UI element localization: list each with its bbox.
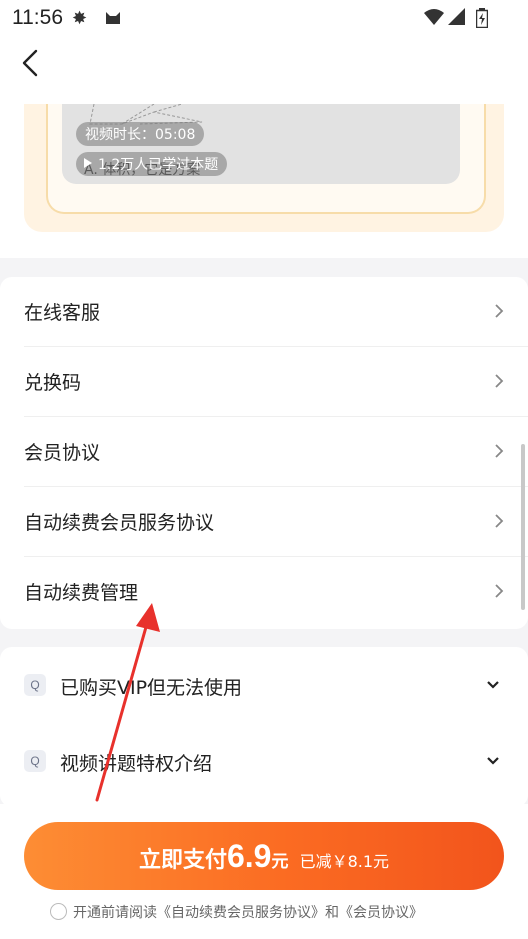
pay-unit: 元 (271, 852, 289, 872)
menu-item-label: 自动续费管理 (24, 582, 139, 604)
signal-icon (448, 8, 466, 31)
agreement-checkbox[interactable] (50, 903, 67, 920)
chevron-right-icon (495, 374, 504, 388)
video-duration-badge: 视频时长：05:08 (76, 122, 205, 146)
menu-item-label: 自动续费会员服务协议 (24, 512, 215, 534)
q-badge-icon: Q (24, 750, 46, 772)
menu-item-label: 在线客服 (24, 302, 101, 324)
menu-item-auto-renew-manage[interactable]: 自动续费管理 (0, 557, 528, 627)
agreement-text[interactable]: 开通前请阅读《自动续费会员服务协议》和《会员协议》 (73, 905, 423, 921)
pay-price: 6.9 (226, 838, 272, 874)
faq-item-video-privilege[interactable]: Q 视频讲题特权介绍 (0, 725, 528, 795)
status-time: 11:56 (12, 6, 63, 29)
settings-menu: 在线客服 兑换码 会员协议 自动续费会员服务协议 自动续费管理 (0, 277, 528, 629)
pay-button[interactable]: 立即支付6.9元 已减￥8.1元 (24, 822, 504, 890)
video-card-section: A. 体积，它是方案 视频时长：05:08 1.2万人已学过本题 (0, 104, 528, 258)
faq-section: Q 已购买VIP但无法使用 Q 视频讲题特权介绍 (0, 647, 528, 807)
nav-bar (0, 36, 528, 104)
chevron-right-icon (495, 514, 504, 528)
agreement-row: 开通前请阅读《自动续费会员服务协议》和《会员协议》 (50, 902, 423, 922)
menu-item-redeem-code[interactable]: 兑换码 (0, 347, 528, 417)
q-badge-icon: Q (24, 674, 46, 696)
chevron-down-icon (487, 681, 499, 689)
battery-icon (475, 8, 489, 33)
menu-item-auto-renew-agreement[interactable]: 自动续费会员服务协议 (0, 487, 528, 557)
faq-label: 视频讲题特权介绍 (60, 753, 213, 775)
chevron-down-icon (487, 757, 499, 765)
menu-item-online-service[interactable]: 在线客服 (0, 277, 528, 347)
status-bar: 11:56 ✸ (0, 0, 528, 36)
burst-icon: ✸ (72, 8, 88, 29)
faq-label: 已购买VIP但无法使用 (60, 677, 243, 699)
faq-item-vip-unusable[interactable]: Q 已购买VIP但无法使用 (0, 649, 528, 719)
pay-label: 立即支付 (138, 848, 227, 873)
play-icon (84, 158, 92, 168)
back-chevron-icon[interactable] (20, 46, 50, 86)
chevron-right-icon (495, 584, 504, 598)
chevron-right-icon (495, 304, 504, 318)
wifi-icon (424, 8, 444, 31)
scrollbar[interactable] (521, 444, 525, 610)
menu-item-label: 兑换码 (24, 372, 82, 394)
menu-item-member-agreement[interactable]: 会员协议 (0, 417, 528, 487)
cat-icon (104, 8, 122, 31)
learners-text: 1.2万人已学过本题 (98, 157, 219, 173)
bottom-pay-bar: 立即支付6.9元 已减￥8.1元 开通前请阅读《自动续费会员服务协议》和《会员协… (0, 804, 528, 939)
chevron-right-icon (495, 444, 504, 458)
learners-badge: 1.2万人已学过本题 (76, 152, 228, 176)
pay-discount: 已减￥8.1元 (299, 852, 390, 871)
menu-item-label: 会员协议 (24, 442, 101, 464)
